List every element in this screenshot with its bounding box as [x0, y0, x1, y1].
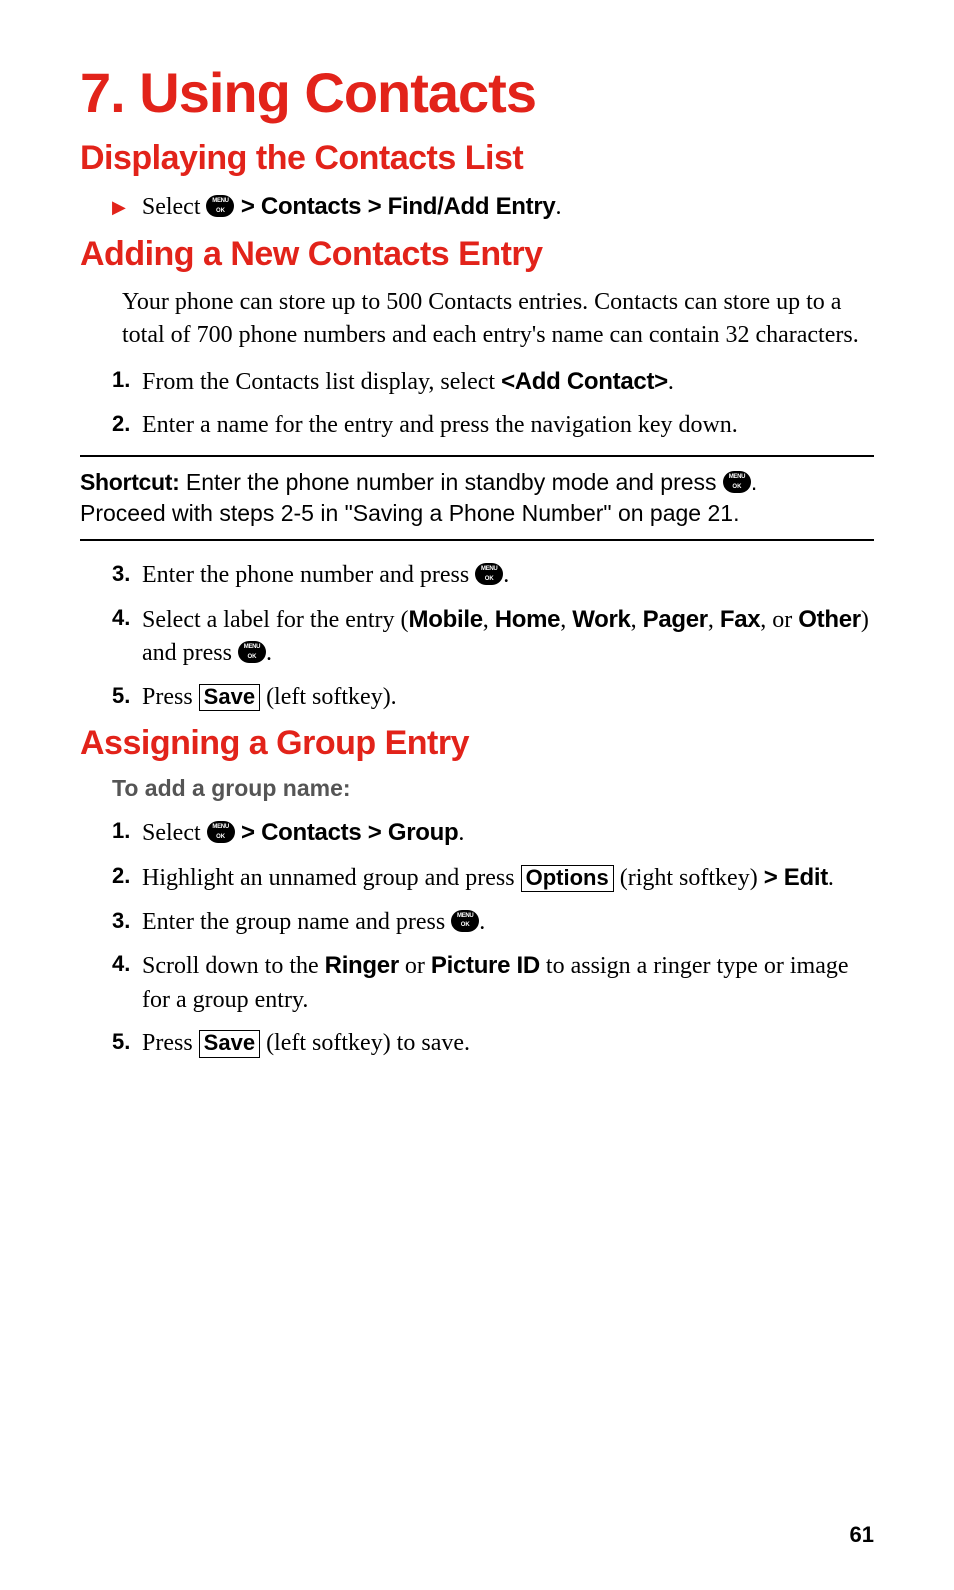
text: (left softkey).	[260, 684, 397, 710]
text: From the Contacts list display, select	[142, 369, 501, 395]
adding-paragraph: Your phone can store up to 500 Contacts …	[122, 286, 874, 353]
options-softkey: Options	[521, 865, 614, 892]
list-item: 2. Highlight an unnamed group and press …	[112, 861, 874, 896]
group-path: > Contacts > Group	[235, 819, 459, 846]
shortcut-line1a: Enter the phone number in standby mode a…	[180, 469, 723, 495]
list-body: Select a label for the entry (Mobile, Ho…	[142, 603, 874, 671]
text: Press	[142, 684, 199, 710]
text: .	[668, 369, 674, 395]
list-item: 4. Scroll down to the Ringer or Picture …	[112, 949, 874, 1017]
list-number: 3.	[112, 559, 142, 593]
menu-ok-icon	[451, 910, 479, 932]
bullet-select-find: ▶ Select > Contacts > Find/Add Entry.	[112, 190, 874, 225]
section-group-title: Assigning a Group Entry	[80, 724, 874, 763]
list-item: 3. Enter the group name and press .	[112, 906, 874, 940]
list-body: From the Contacts list display, select <…	[142, 365, 874, 400]
list-number: 3.	[112, 906, 142, 940]
ringer-label: Ringer	[325, 952, 399, 979]
menu-ok-icon	[475, 563, 503, 585]
text: Select a label for the entry (	[142, 607, 409, 633]
list-number: 1.	[112, 816, 142, 851]
save-softkey: Save	[199, 1030, 260, 1057]
label-mobile: Mobile	[409, 606, 483, 633]
list-item: 2. Enter a name for the entry and press …	[112, 409, 874, 443]
list-body: Enter the phone number and press .	[142, 559, 874, 593]
triangle-bullet-icon: ▶	[112, 195, 126, 220]
text: .	[266, 640, 272, 666]
text: .	[828, 865, 834, 891]
text: ,	[560, 607, 572, 633]
text: Enter the group name and press	[142, 909, 451, 935]
list-number: 5.	[112, 1027, 142, 1061]
text: Scroll down to the	[142, 953, 325, 979]
add-contact-label: <Add Contact>	[501, 368, 668, 395]
list-body: Enter the group name and press .	[142, 906, 874, 940]
list-number: 2.	[112, 409, 142, 443]
list-number: 2.	[112, 861, 142, 896]
shortcut-box: Shortcut: Enter the phone number in stan…	[80, 455, 874, 541]
shortcut-line1b: .	[751, 469, 757, 495]
list-item: 4. Select a label for the entry (Mobile,…	[112, 603, 874, 671]
text: Select	[142, 820, 207, 846]
label-work: Work	[572, 606, 630, 633]
list-item: 3. Enter the phone number and press .	[112, 559, 874, 593]
list-item: 5. Press Save (left softkey).	[112, 681, 874, 715]
text: Press	[142, 1030, 199, 1056]
label-fax: Fax	[720, 606, 760, 633]
menu-ok-icon	[207, 821, 235, 843]
list-body: Highlight an unnamed group and press Opt…	[142, 861, 874, 896]
edit-label: > Edit	[764, 864, 828, 891]
text: Enter the phone number and press	[142, 562, 475, 588]
text: (left softkey) to save.	[260, 1030, 470, 1056]
menu-ok-icon	[723, 471, 751, 493]
section-displaying-title: Displaying the Contacts List	[80, 139, 874, 178]
bullet-text-pre: Select	[142, 194, 207, 220]
shortcut-line2: Proceed with steps 2-5 in "Saving a Phon…	[80, 500, 739, 526]
list-item: 5. Press Save (left softkey) to save.	[112, 1027, 874, 1061]
menu-ok-icon	[206, 195, 234, 217]
label-pager: Pager	[643, 606, 708, 633]
label-other: Other	[798, 606, 861, 633]
text: .	[503, 562, 509, 588]
bullet-end: .	[555, 194, 561, 220]
text: , or	[760, 607, 798, 633]
save-softkey: Save	[199, 684, 260, 711]
menu-ok-icon	[238, 641, 266, 663]
section-adding-title: Adding a New Contacts Entry	[80, 235, 874, 274]
text: .	[458, 820, 464, 846]
label-home: Home	[495, 606, 560, 633]
text: (right softkey)	[614, 865, 764, 891]
list-item: 1. Select > Contacts > Group.	[112, 816, 874, 851]
text: .	[479, 909, 485, 935]
list-item: 1. From the Contacts list display, selec…	[112, 365, 874, 400]
list-body: Press Save (left softkey) to save.	[142, 1027, 874, 1061]
shortcut-label: Shortcut:	[80, 469, 180, 495]
text: ,	[483, 607, 495, 633]
text: or	[399, 953, 431, 979]
pictureid-label: Picture ID	[431, 952, 540, 979]
list-body: Select > Contacts > Group.	[142, 816, 874, 851]
chapter-title: 7. Using Contacts	[80, 60, 874, 125]
list-body: Scroll down to the Ringer or Picture ID …	[142, 949, 874, 1017]
list-number: 4.	[112, 603, 142, 671]
text: ,	[708, 607, 720, 633]
list-number: 5.	[112, 681, 142, 715]
list-number: 4.	[112, 949, 142, 1017]
list-body: Press Save (left softkey).	[142, 681, 874, 715]
group-subheading: To add a group name:	[112, 775, 874, 802]
text: ,	[631, 607, 643, 633]
text: Highlight an unnamed group and press	[142, 865, 521, 891]
page-number: 61	[850, 1522, 874, 1548]
list-number: 1.	[112, 365, 142, 400]
bullet-path: > Contacts > Find/Add Entry	[234, 193, 555, 220]
list-body: Enter a name for the entry and press the…	[142, 409, 874, 443]
